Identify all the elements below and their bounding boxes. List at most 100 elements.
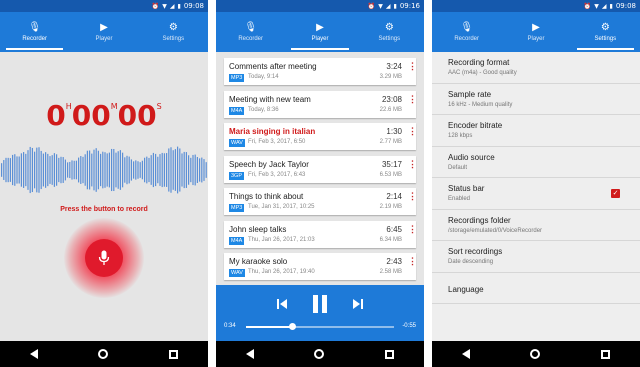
settings-item-value: AAC (m4a) - Good quality (448, 70, 517, 76)
back-icon[interactable] (246, 349, 255, 359)
waveform-bar (161, 152, 163, 188)
waveform-bar (49, 156, 51, 184)
waveform-bar (89, 150, 91, 190)
tab-recorder[interactable]: 🎙︎ Recorder (432, 12, 501, 52)
wifi-icon: ▼ (378, 2, 383, 10)
settings-item-value: 16 kHz - Medium quality (448, 101, 513, 108)
tab-recorder[interactable]: 🎙︎ Recorder (216, 12, 285, 52)
back-icon[interactable] (462, 349, 471, 359)
recording-size: 22.6 MB (379, 106, 402, 113)
system-nav-bar (0, 341, 208, 367)
more-options-icon[interactable]: ⋮ (408, 159, 417, 169)
more-options-icon[interactable]: ⋮ (408, 192, 417, 201)
status-time: 09:08 (183, 2, 204, 10)
record-button[interactable] (85, 239, 123, 277)
status-bar-checkbox[interactable]: ✓ (611, 189, 620, 198)
more-options-icon[interactable]: ⋮ (408, 94, 417, 104)
settings-item[interactable]: Sort recordings Date descending (432, 241, 640, 273)
home-icon[interactable] (530, 349, 541, 359)
waveform-bar (139, 162, 141, 178)
waveform-bar (36, 147, 38, 193)
tab-settings[interactable]: ⚙ Settings (355, 12, 424, 52)
recording-item[interactable]: Meeting with new team 23:08 ⋮ M4A Today, 8:3… (224, 90, 417, 118)
mic-icon: 🎙︎ (28, 21, 42, 33)
timer-minutes-unit: M (110, 102, 118, 111)
more-options-icon[interactable]: ⋮ (408, 257, 417, 266)
recording-size: 3.29 MB (379, 74, 402, 80)
recording-item[interactable]: Things to think about 2:14 ⋮ MP3 Tue, Jan 31… (224, 188, 417, 215)
settings-item-value: 128 kbps (448, 133, 473, 139)
settings-item-label: Status bar (448, 184, 485, 193)
waveform-bar (23, 152, 25, 188)
tab-player[interactable]: ▶ Player (501, 12, 570, 52)
recording-title: Things to think about (229, 192, 304, 201)
recents-icon[interactable] (600, 349, 610, 359)
settings-item[interactable]: Encoder bitrate 128 kbps (432, 115, 640, 147)
waveform-bar (58, 157, 60, 183)
wifi-icon: ▼ (594, 2, 599, 10)
settings-item[interactable]: Status bar Enabled ✓ (432, 178, 640, 210)
settings-screen: ⏰ ▼ ◢ ▮ 09:08 🎙︎ Recorder ▶ Player ⚙ Set… (432, 0, 640, 367)
status-time: 09:08 (615, 2, 636, 10)
home-icon[interactable] (314, 349, 325, 359)
waveform-bar (172, 150, 174, 190)
waveform-bar (203, 159, 205, 181)
recording-date: Fri, Feb 3, 2017, 6:50 (248, 139, 306, 145)
tab-recorder[interactable]: 🎙︎ Recorder (0, 12, 69, 52)
recording-date: Thu, Jan 26, 2017, 19:40 (248, 269, 315, 275)
signal-icon: ◢ (385, 2, 391, 10)
recents-icon[interactable] (168, 349, 178, 359)
tab-player[interactable]: ▶ Player (285, 12, 354, 52)
tab-settings[interactable]: ⚙ Settings (571, 12, 640, 52)
waveform-bar (117, 151, 119, 189)
more-options-icon[interactable]: ⋮ (408, 62, 417, 71)
alarm-icon: ⏰ (151, 2, 160, 10)
waveform-bar (124, 157, 126, 183)
seekbar-thumb[interactable] (288, 323, 296, 330)
more-options-icon[interactable]: ⋮ (408, 127, 417, 136)
recording-item[interactable]: Maria singing in italian 1:30 ⋮ WAV Fri, Feb… (224, 123, 417, 150)
waveform-bar (69, 161, 71, 179)
settings-item[interactable]: Recordings folder/storage/emulated/0/Voi… (432, 210, 640, 241)
waveform-bar (97, 150, 99, 190)
pause-icon[interactable] (312, 294, 328, 314)
waveform-bar (100, 153, 102, 187)
back-icon[interactable] (30, 349, 39, 359)
playback-seekbar[interactable] (246, 323, 394, 330)
recording-duration: 2:43 (386, 257, 402, 266)
waveform-bar (42, 153, 44, 187)
recording-item[interactable]: Speech by Jack Taylor 35:17 ⋮ 3GP Fri, Feb 3… (224, 155, 417, 183)
waveform-bar (174, 149, 176, 191)
tab-settings[interactable]: ⚙ Settings (139, 12, 208, 52)
waveform-bar (115, 152, 117, 188)
home-icon[interactable] (98, 349, 109, 359)
settings-item[interactable]: Language (432, 273, 640, 304)
play-icon: ▶ (100, 21, 108, 33)
elapsed-time: 0:34 (224, 323, 236, 329)
recording-item[interactable]: My karaoke solo 2:43 ⋮ WAV Thu, Jan 26, 2017… (224, 253, 417, 280)
tab-label: Settings (378, 35, 401, 42)
recording-item[interactable]: John sleep talks 6:45 ⋮ M4A Thu, Jan 26, 201… (224, 220, 417, 248)
settings-item[interactable]: Recording format AAC (m4a) - Good quality (432, 52, 640, 84)
waveform-bar (93, 149, 95, 191)
settings-item[interactable]: Audio source Default (432, 147, 640, 178)
more-options-icon[interactable]: ⋮ (408, 224, 417, 234)
waveform-bar (1, 163, 3, 177)
recording-title: My karaoke solo (229, 257, 288, 266)
skip-previous-icon[interactable] (276, 298, 288, 310)
waveform-bar (126, 155, 128, 185)
recents-icon[interactable] (384, 349, 394, 359)
recording-item[interactable]: Comments after meeting 3:24 ⋮ MP3 Today, 9:1… (224, 58, 417, 85)
settings-item[interactable]: Sample rate 16 kHz - Medium quality (432, 84, 640, 115)
waveform-bar (78, 157, 80, 183)
waveform-bar (75, 160, 77, 180)
tab-player[interactable]: ▶ Player (69, 12, 138, 52)
waveform-bar (102, 151, 104, 189)
timer-hours: 0 (46, 99, 66, 132)
tab-label: Player (311, 35, 329, 42)
waveform-bar (141, 160, 143, 180)
skip-next-icon[interactable] (352, 298, 364, 310)
waveform-bar (190, 157, 192, 183)
waveform-bar (38, 147, 40, 193)
waveform-bar (179, 148, 181, 192)
